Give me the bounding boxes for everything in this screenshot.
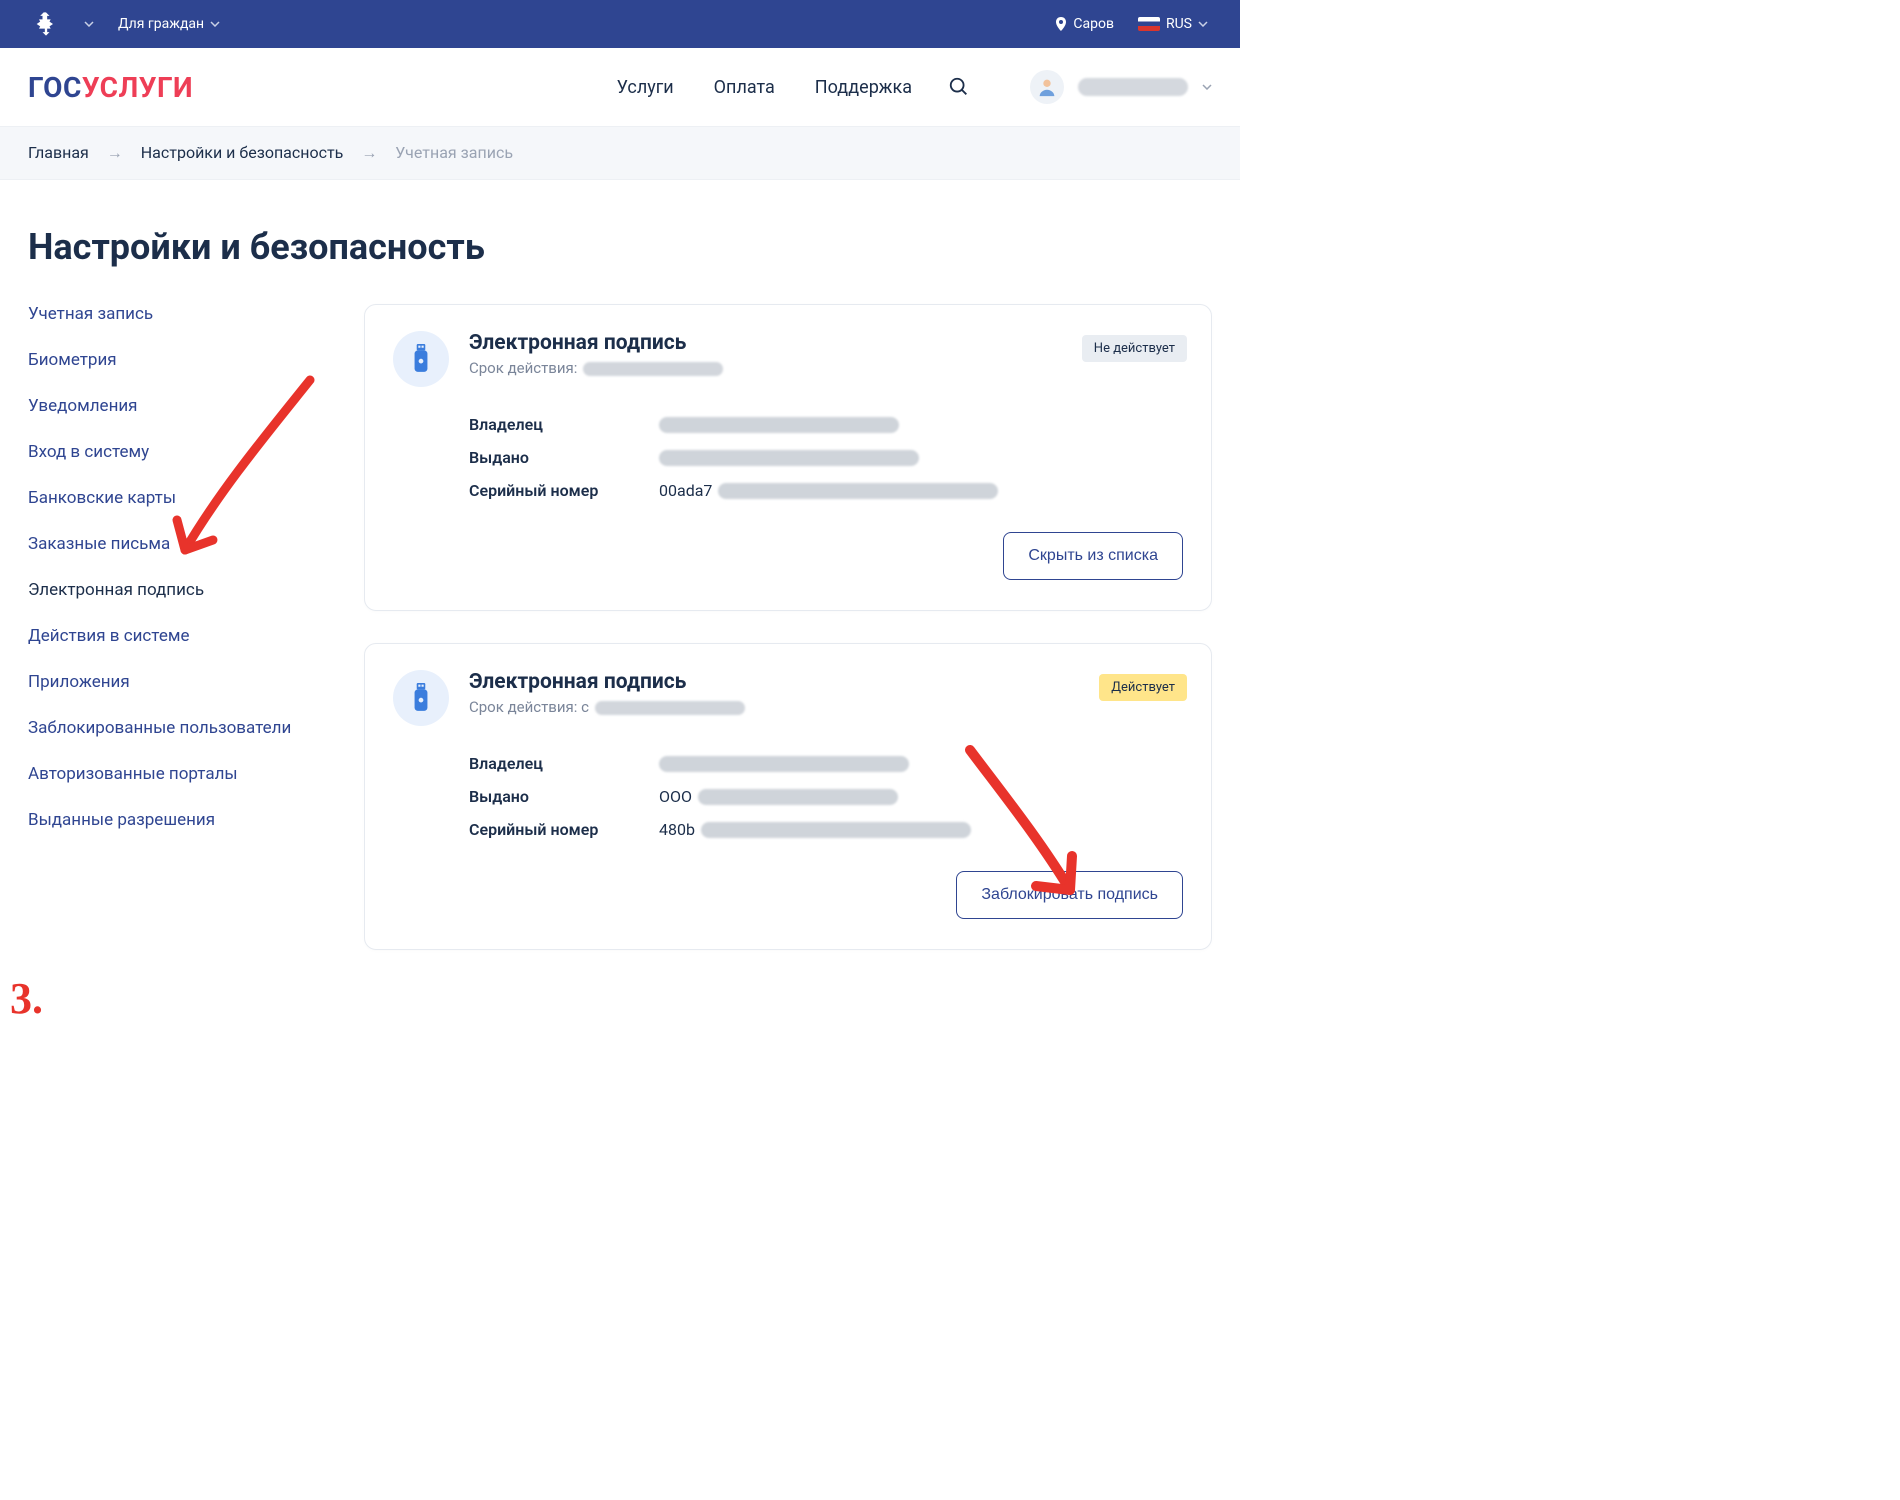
crumb-sep: → bbox=[361, 143, 377, 162]
serial-label: Серийный номер bbox=[469, 481, 659, 500]
crumb-sep: → bbox=[107, 143, 123, 162]
sidebar-item-blocked-users[interactable]: Заблокированные пользователи bbox=[28, 718, 328, 738]
owner-value-redacted bbox=[659, 417, 899, 433]
location-selector[interactable]: Саров bbox=[1055, 16, 1114, 32]
owner-label: Владелец bbox=[469, 415, 659, 434]
user-name-redacted bbox=[1078, 78, 1188, 96]
usb-token-icon bbox=[393, 331, 449, 387]
annotation-step-number: 3. bbox=[10, 973, 43, 1024]
hide-from-list-button[interactable]: Скрыть из списка bbox=[1003, 532, 1183, 580]
serial-prefix: 480b bbox=[659, 820, 695, 839]
issued-value-redacted bbox=[659, 450, 919, 466]
status-badge: Действует bbox=[1099, 674, 1187, 701]
card-title: Электронная подпись bbox=[469, 670, 745, 694]
nav-services[interactable]: Услуги bbox=[617, 77, 674, 98]
validity-label: Срок действия: bbox=[469, 359, 577, 377]
esignature-card: Не действует Электронная подпись Срок де… bbox=[364, 304, 1212, 611]
audience-selector[interactable]: Для граждан bbox=[118, 16, 220, 32]
gov-emblem-icon bbox=[32, 10, 60, 38]
nav-payment[interactable]: Оплата bbox=[714, 77, 775, 98]
avatar bbox=[1030, 70, 1064, 104]
sidebar-item-activity[interactable]: Действия в системе bbox=[28, 626, 328, 646]
sidebar-item-login[interactable]: Вход в систему bbox=[28, 442, 328, 462]
nav-support[interactable]: Поддержка bbox=[815, 77, 912, 98]
lang-label: RUS bbox=[1166, 16, 1192, 32]
card-title: Электронная подпись bbox=[469, 331, 723, 355]
page-title: Настройки и безопасность bbox=[28, 226, 1212, 268]
sidebar-item-apps[interactable]: Приложения bbox=[28, 672, 328, 692]
issued-label: Выдано bbox=[469, 787, 659, 806]
serial-prefix: 00ada7 bbox=[659, 481, 712, 500]
issued-value-redacted bbox=[698, 789, 898, 805]
flag-icon bbox=[1138, 17, 1160, 31]
sidebar-item-biometrics[interactable]: Биометрия bbox=[28, 350, 328, 370]
site-logo[interactable]: ГОСУСЛУГИ bbox=[28, 71, 193, 104]
breadcrumb: Главная → Настройки и безопасность → Уче… bbox=[0, 126, 1240, 180]
sidebar-item-auth-portals[interactable]: Авторизованные порталы bbox=[28, 764, 328, 784]
status-badge: Не действует bbox=[1082, 335, 1187, 362]
sidebar-item-permissions[interactable]: Выданные разрешения bbox=[28, 810, 328, 830]
settings-sidebar: Учетная запись Биометрия Уведомления Вхо… bbox=[28, 304, 328, 856]
issued-label: Выдано bbox=[469, 448, 659, 467]
language-selector[interactable]: RUS bbox=[1138, 16, 1208, 32]
crumb-home[interactable]: Главная bbox=[28, 143, 89, 162]
sidebar-item-account[interactable]: Учетная запись bbox=[28, 304, 328, 324]
crumb-settings[interactable]: Настройки и безопасность bbox=[141, 143, 344, 162]
validity-label: Срок действия: с bbox=[469, 698, 589, 716]
sidebar-item-notifications[interactable]: Уведомления bbox=[28, 396, 328, 416]
city-label: Саров bbox=[1073, 16, 1114, 32]
crumb-current: Учетная запись bbox=[395, 143, 513, 162]
search-icon[interactable] bbox=[948, 76, 970, 98]
serial-label: Серийный номер bbox=[469, 820, 659, 839]
user-menu[interactable] bbox=[1030, 70, 1212, 104]
logo-part-2: УСЛУГИ bbox=[82, 71, 193, 104]
issued-prefix: ООО bbox=[659, 787, 692, 806]
sidebar-item-esignature[interactable]: Электронная подпись bbox=[28, 580, 328, 600]
validity-value-redacted bbox=[583, 362, 723, 376]
sidebar-item-bank-cards[interactable]: Банковские карты bbox=[28, 488, 328, 508]
logo-part-1: ГОС bbox=[28, 71, 82, 104]
serial-value-redacted bbox=[701, 822, 971, 838]
audience-label: Для граждан bbox=[118, 16, 204, 32]
esignature-card: Действует Электронная подпись Срок дейст… bbox=[364, 643, 1212, 950]
sidebar-item-reg-letters[interactable]: Заказные письма bbox=[28, 534, 328, 554]
validity-value-redacted bbox=[595, 701, 745, 715]
serial-value-redacted bbox=[718, 483, 998, 499]
block-signature-button[interactable]: Заблокировать подпись bbox=[956, 871, 1183, 919]
owner-value-redacted bbox=[659, 756, 909, 772]
emblem-dropdown[interactable] bbox=[84, 21, 94, 27]
usb-token-icon bbox=[393, 670, 449, 726]
chevron-down-icon bbox=[1202, 84, 1212, 90]
owner-label: Владелец bbox=[469, 754, 659, 773]
